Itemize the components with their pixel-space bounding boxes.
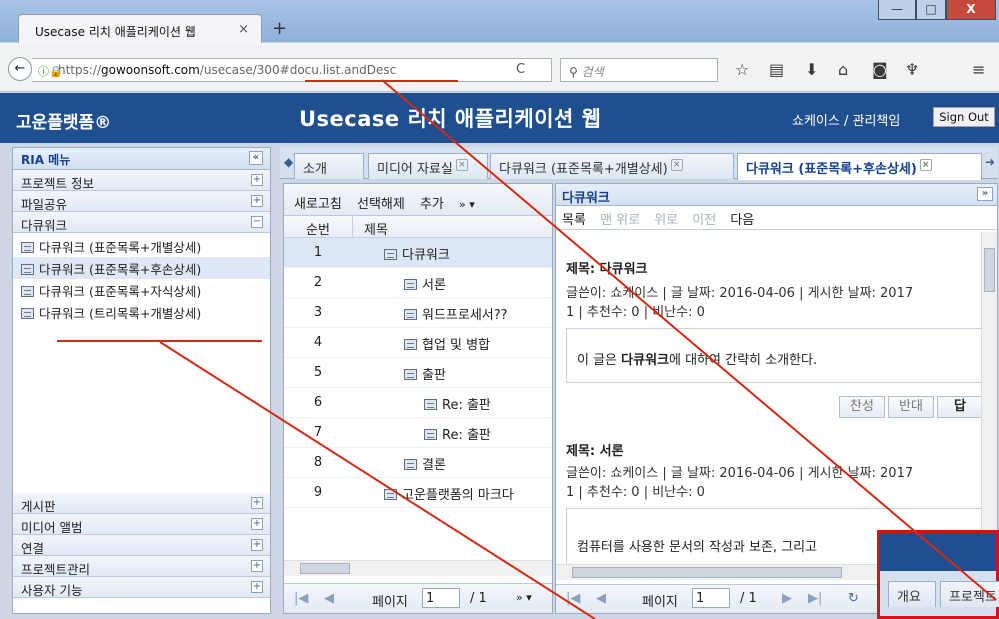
annotation-lines — [159, 79, 997, 619]
annotation-arrow-tree — [159, 341, 596, 619]
annotation-arrow-url — [381, 79, 997, 601]
